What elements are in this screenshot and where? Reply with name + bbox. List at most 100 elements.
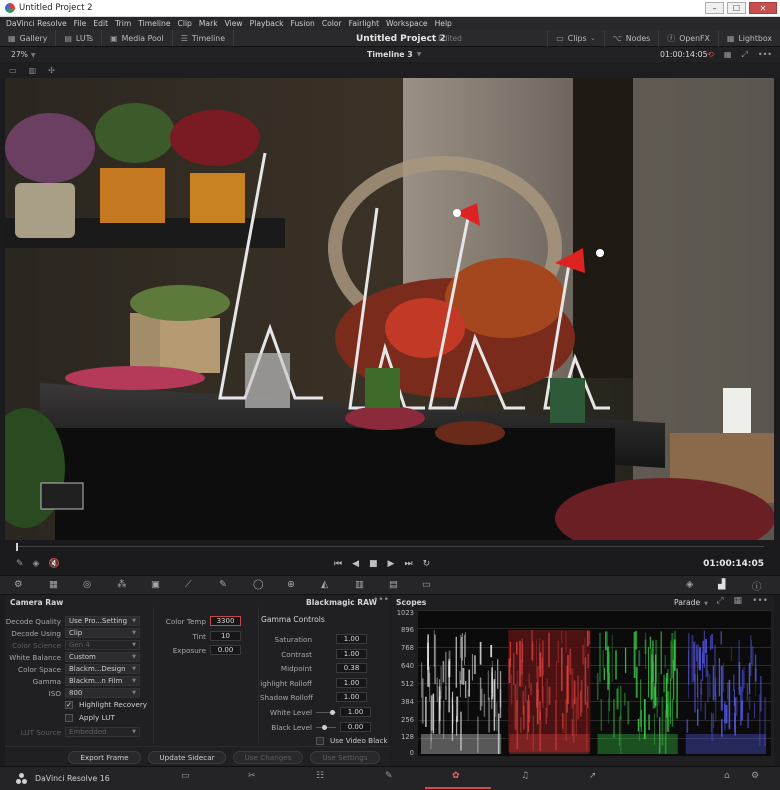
split-screen-icon[interactable]: ▥ [29,66,37,75]
go-to-start-icon[interactable]: ⏮ [334,559,342,569]
cut-page-icon[interactable]: ✂ [248,771,256,781]
rgb-mixer-icon[interactable]: ⁂ [117,579,127,590]
decode-quality-select[interactable]: Use Pro...Setting ▼ [65,616,140,626]
grid-icon[interactable]: ▦ [724,50,732,59]
menu-fusion[interactable]: Fusion [291,19,315,28]
image-wipe-icon[interactable]: ▭ [9,66,17,75]
maximize-button[interactable]: ☐ [727,2,746,14]
color-space-select[interactable]: Blackm...Design ▼ [65,664,140,674]
bypass-icon[interactable]: ⟲ [707,50,714,59]
fusion-page-icon[interactable]: ✎ [385,771,393,781]
apply-lut-checkbox[interactable]: Apply LUT [65,712,115,723]
more-options-icon[interactable]: ••• [758,50,772,59]
decode-using-select[interactable]: Clip ▼ [65,628,140,638]
color-wheels-icon[interactable]: ◎ [83,579,91,590]
video-viewer[interactable] [5,78,774,540]
highlight-icon[interactable]: ✣ [48,66,55,75]
edit-page-icon[interactable]: ☷ [316,771,324,781]
lightbox-button[interactable]: ▦ Lightbox [717,30,780,47]
scope-expand-icon[interactable]: ⤢ [716,596,723,606]
magic-mask-icon[interactable]: ◭ [321,579,328,590]
scope-mode-select[interactable]: Parade ▼ [674,598,708,607]
viewer-mode-icon[interactable]: ◈ [33,559,40,569]
deliver-page-icon[interactable]: ➚ [589,771,597,781]
playhead[interactable] [16,543,18,551]
zoom-select[interactable]: 27% ▼ [11,50,36,59]
saturation-field[interactable]: 1.00 [336,634,367,644]
more-options-icon[interactable]: ••• [373,595,389,605]
scopes-icon[interactable]: ▟ [718,579,725,590]
timeline-name[interactable]: Timeline 3 ▼ [367,47,421,62]
scrub-track[interactable] [16,546,764,547]
tracker-icon[interactable]: ⊕ [287,579,295,590]
menu-help[interactable]: Help [435,19,452,28]
qualifier-icon[interactable]: ✎ [219,579,227,590]
shadow-rolloff-field[interactable]: 1.00 [336,692,367,702]
contrast-field[interactable]: 1.00 [336,649,367,659]
key-icon[interactable]: ▤ [389,579,398,590]
menu-fairlight[interactable]: Fairlight [349,19,379,28]
menu-file[interactable]: File [74,19,87,28]
menu-mark[interactable]: Mark [199,19,218,28]
go-to-end-icon[interactable]: ⏭ [404,559,412,569]
use-video-black-checkbox[interactable]: Use Video Black [316,735,388,746]
info-icon[interactable]: ⓘ [752,579,762,593]
menu-workspace[interactable]: Workspace [386,19,428,28]
black-level-field[interactable]: 0.00 [340,722,371,732]
white-level-slider[interactable] [316,709,336,715]
more-options-icon[interactable]: ••• [752,596,768,606]
sizing-icon[interactable]: ▭ [422,579,431,590]
menu-trim[interactable]: Trim [115,19,131,28]
minimize-button[interactable]: – [705,2,724,14]
curves-icon[interactable]: ⟋ [185,579,192,590]
fullscreen-icon[interactable]: ⤢ [741,50,747,60]
highlight-rolloff-field[interactable]: 1.00 [336,678,367,688]
scrub-bar[interactable] [0,540,780,553]
nodes-button[interactable]: ⌥ Nodes [603,30,659,47]
tint-field[interactable]: 10 [210,631,241,641]
color-temp-field[interactable]: 3300 [210,616,241,626]
blur-icon[interactable]: ▥ [355,579,364,590]
gamma-select[interactable]: Blackm...n Film ▼ [65,676,140,686]
settings-gear-icon[interactable]: ⚙ [751,771,759,781]
window-icon[interactable]: ◯ [253,579,264,590]
mute-icon[interactable]: 🔇 [48,559,59,569]
white-level-field[interactable]: 1.00 [340,707,371,717]
iso-select[interactable]: 800 ▼ [65,688,140,698]
gallery-button[interactable]: ▦ Gallery [0,30,57,46]
menu-view[interactable]: View [225,19,243,28]
white-balance-select[interactable]: Custom ▼ [65,652,140,662]
menu-timeline[interactable]: Timeline [138,19,170,28]
color-page-icon[interactable]: ✿ [452,771,460,781]
menu-davinci-resolve[interactable]: DaVinci Resolve [6,19,67,28]
openfx-button[interactable]: ⓕ OpenFX [658,30,718,47]
menu-edit[interactable]: Edit [93,19,108,28]
fairlight-page-icon[interactable]: ♫ [521,771,529,781]
play-icon[interactable]: ▶ [388,559,395,569]
luts-button[interactable]: ▤ LUTs [56,30,103,46]
menu-playback[interactable]: Playback [250,19,284,28]
media-page-icon[interactable]: ▭ [181,771,190,781]
clips-button[interactable]: ▭ Clips ⌄ [547,30,603,47]
exposure-field[interactable]: 0.00 [210,645,241,655]
node-key-icon[interactable]: ◈ [686,579,693,590]
reverse-play-icon[interactable]: ◀ [352,559,359,569]
camera-raw-icon[interactable]: ⚙ [14,579,23,590]
update-sidecar-button[interactable]: Update Sidecar [148,751,226,764]
timeline-button[interactable]: ☰ Timeline [173,30,235,46]
midpoint-field[interactable]: 0.38 [336,663,367,673]
export-frame-button[interactable]: Export Frame [68,751,141,764]
motion-effects-icon[interactable]: ▣ [151,579,160,590]
media-pool-button[interactable]: ▣ Media Pool [102,30,173,46]
color-match-icon[interactable]: ▦ [49,579,58,590]
menu-clip[interactable]: Clip [178,19,192,28]
black-level-slider[interactable] [316,724,336,730]
dropper-icon[interactable]: ✎ [16,559,24,569]
highlight-recovery-checkbox[interactable]: ✓ Highlight Recovery [65,699,147,710]
menu-color[interactable]: Color [322,19,342,28]
close-button[interactable]: ✕ [749,2,777,14]
loop-icon[interactable]: ↻ [423,559,431,569]
stop-icon[interactable]: ■ [369,559,378,569]
scope-grid-icon[interactable]: ▦ [734,596,743,606]
home-icon[interactable]: ⌂ [724,771,730,781]
